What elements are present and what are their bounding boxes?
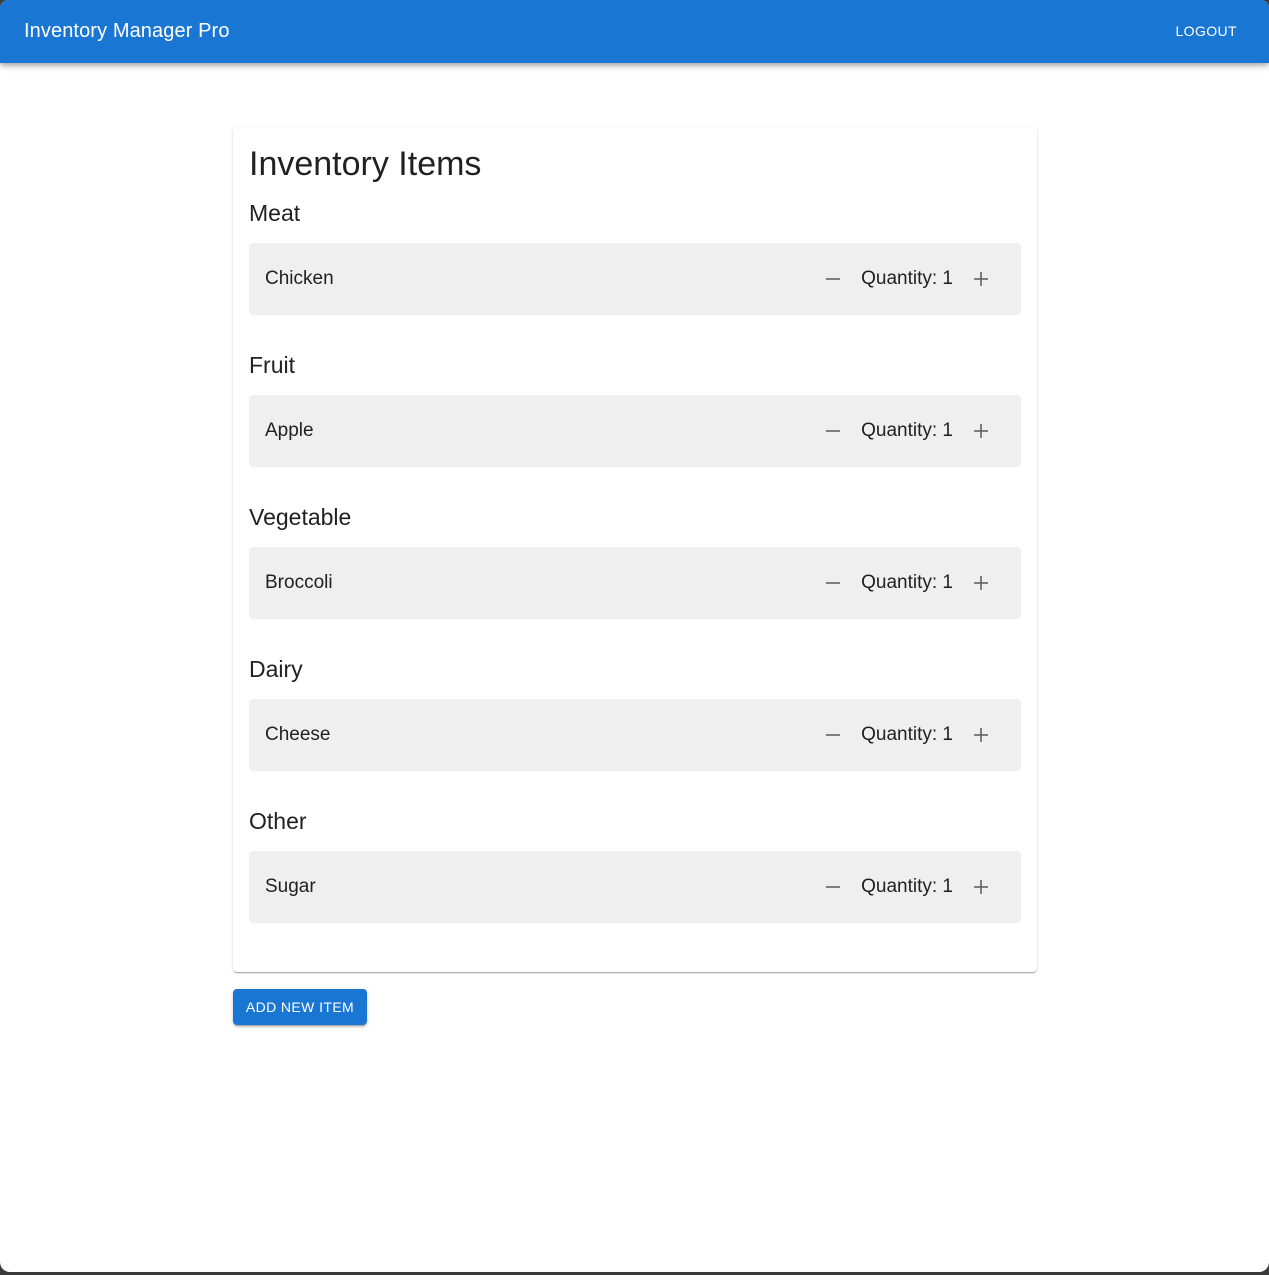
quantity-label: Quantity: 1 <box>861 268 953 289</box>
minus-icon <box>826 886 841 888</box>
increment-button[interactable] <box>963 717 999 753</box>
category-section-vegetable: Vegetable Broccoli Quantity: 1 <box>249 502 1021 619</box>
category-section-dairy: Dairy Cheese Quantity: 1 <box>249 654 1021 771</box>
quantity-stepper: Quantity: 1 <box>815 717 999 753</box>
plus-icon <box>974 272 988 286</box>
quantity-label: Quantity: 1 <box>861 572 953 593</box>
plus-icon <box>974 576 988 590</box>
list-item: Cheese Quantity: 1 <box>249 699 1021 771</box>
decrement-button[interactable] <box>815 869 851 905</box>
quantity-stepper: Quantity: 1 <box>815 261 999 297</box>
decrement-button[interactable] <box>815 413 851 449</box>
app-window: Inventory Manager Pro LOGOUT Inventory I… <box>0 0 1269 1272</box>
category-heading: Dairy <box>249 656 303 682</box>
item-name: Chicken <box>265 268 334 289</box>
minus-icon <box>826 734 841 736</box>
increment-button[interactable] <box>963 413 999 449</box>
add-new-item-button[interactable]: ADD NEW ITEM <box>233 989 367 1025</box>
page-title: Inventory Items <box>249 145 482 183</box>
list-item: Chicken Quantity: 1 <box>249 243 1021 315</box>
increment-button[interactable] <box>963 869 999 905</box>
increment-button[interactable] <box>963 261 999 297</box>
minus-icon <box>826 278 841 280</box>
category-heading: Vegetable <box>249 504 352 530</box>
category-heading: Meat <box>249 200 301 226</box>
quantity-label: Quantity: 1 <box>861 876 953 897</box>
quantity-stepper: Quantity: 1 <box>815 565 999 601</box>
category-heading: Other <box>249 808 307 834</box>
minus-icon <box>826 430 841 432</box>
category-section-meat: Meat Chicken Quantity: 1 <box>249 198 1021 315</box>
logout-button[interactable]: LOGOUT <box>1163 14 1249 48</box>
category-section-fruit: Fruit Apple Quantity: 1 <box>249 350 1021 467</box>
quantity-label: Quantity: 1 <box>861 420 953 441</box>
quantity-stepper: Quantity: 1 <box>815 413 999 449</box>
plus-icon <box>974 424 988 438</box>
minus-icon <box>826 582 841 584</box>
plus-icon <box>974 880 988 894</box>
category-heading: Fruit <box>249 352 295 378</box>
increment-button[interactable] <box>963 565 999 601</box>
quantity-stepper: Quantity: 1 <box>815 869 999 905</box>
item-name: Sugar <box>265 876 316 897</box>
item-name: Broccoli <box>265 572 333 593</box>
quantity-label: Quantity: 1 <box>861 724 953 745</box>
inventory-card: Inventory Items Meat Chicken Quantity: 1… <box>233 127 1037 972</box>
app-title: Inventory Manager Pro <box>24 20 230 42</box>
decrement-button[interactable] <box>815 717 851 753</box>
list-item: Sugar Quantity: 1 <box>249 851 1021 923</box>
item-name: Apple <box>265 420 314 441</box>
decrement-button[interactable] <box>815 565 851 601</box>
decrement-button[interactable] <box>815 261 851 297</box>
list-item: Broccoli Quantity: 1 <box>249 547 1021 619</box>
item-name: Cheese <box>265 724 331 745</box>
category-section-other: Other Sugar Quantity: 1 <box>249 806 1021 923</box>
list-item: Apple Quantity: 1 <box>249 395 1021 467</box>
plus-icon <box>974 728 988 742</box>
app-bar: Inventory Manager Pro LOGOUT <box>0 0 1269 63</box>
